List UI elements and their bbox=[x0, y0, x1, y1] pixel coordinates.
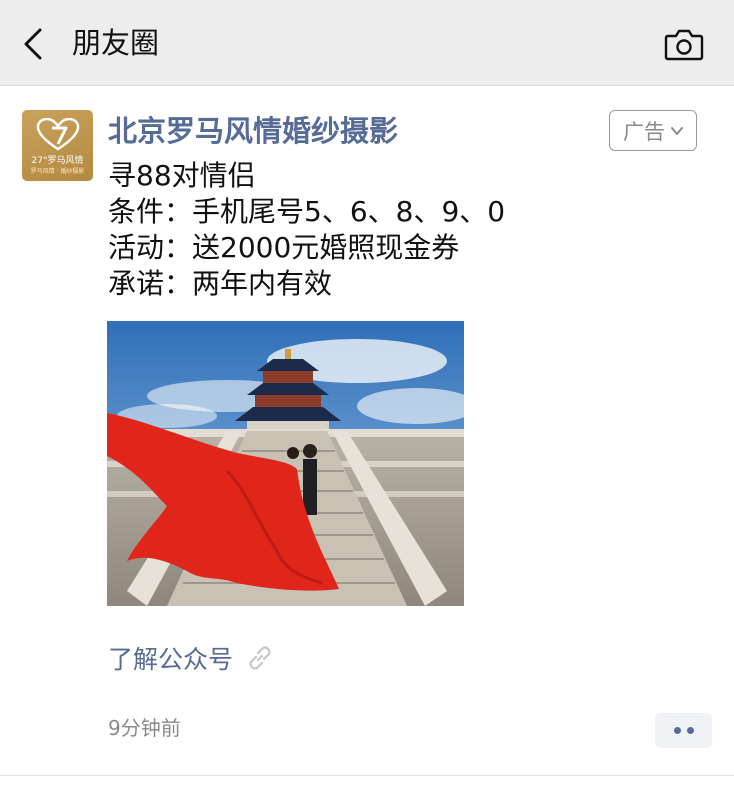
wedding-photo bbox=[107, 321, 464, 606]
post-line: 承诺：两年内有效 bbox=[108, 267, 333, 300]
post-text: 寻88对情侣 条件：手机尾号5、6、8、9、0 活动：送2000元婚照现金券 承… bbox=[108, 158, 505, 302]
logo-subtext: 罗马风情 · 婚纱摄影 bbox=[30, 168, 85, 175]
more-actions-button[interactable] bbox=[655, 713, 712, 748]
avatar[interactable]: 27°罗马风情 罗马风情 · 婚纱摄影 bbox=[22, 110, 93, 181]
official-account-link[interactable]: 了解公众号 bbox=[108, 640, 275, 676]
dot-icon bbox=[686, 727, 694, 734]
chevron-down-icon bbox=[671, 126, 683, 135]
author-name[interactable]: 北京罗马风情婚纱摄影 bbox=[108, 111, 398, 151]
post-line: 条件：手机尾号5、6、8、9、0 bbox=[108, 195, 506, 228]
post-image[interactable] bbox=[107, 321, 464, 606]
page-title: 朋友圈 bbox=[72, 26, 160, 60]
post-line: 活动：送2000元婚照现金券 bbox=[108, 231, 460, 264]
ad-label: 广告 bbox=[623, 119, 665, 144]
divider bbox=[0, 775, 734, 776]
post-line: 寻88对情侣 bbox=[108, 159, 256, 192]
navigation-bar: 朋友圈 bbox=[0, 0, 734, 86]
logo-text: 27°罗马风情 bbox=[31, 156, 84, 166]
link-icon bbox=[249, 646, 271, 670]
post-timestamp: 9分钟前 bbox=[108, 716, 181, 740]
camera-icon[interactable] bbox=[664, 27, 704, 61]
brand-logo-icon bbox=[36, 118, 80, 151]
link-text[interactable]: 了解公众号 bbox=[108, 640, 233, 676]
ad-badge[interactable]: 广告 bbox=[609, 110, 697, 151]
chevron-left-icon[interactable] bbox=[20, 26, 50, 62]
dot-icon bbox=[673, 727, 681, 734]
